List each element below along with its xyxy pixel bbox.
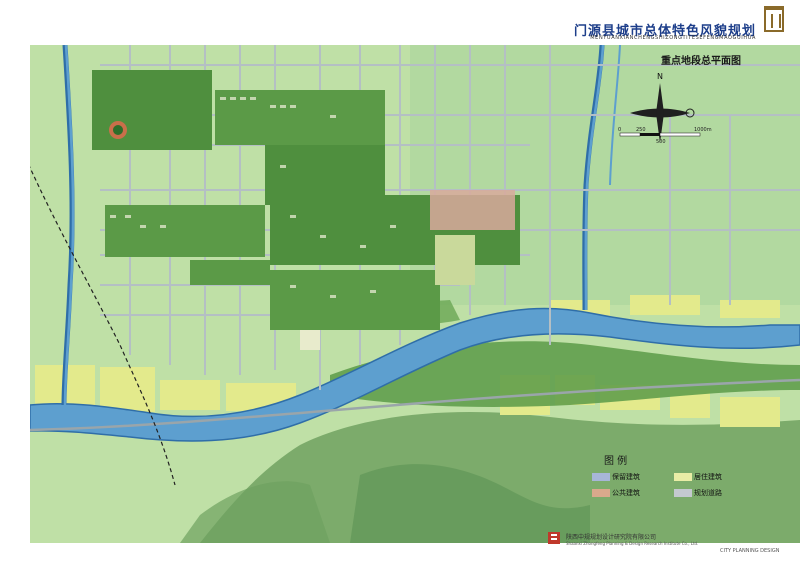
- logo-icon: [764, 6, 784, 32]
- scale-label: 1000m: [694, 127, 712, 133]
- legend-swatch: [674, 473, 692, 481]
- org-name-cn: 陕西中规规划设计研究院有限公司: [566, 534, 657, 541]
- map-subtitle: 重点地段总平面图: [661, 56, 741, 67]
- legend: 图 例 保留建筑 居住建筑 公共建筑 规划道路: [576, 452, 746, 518]
- legend-swatch: [592, 473, 610, 481]
- legend-swatch: [592, 489, 610, 497]
- legend-item: 规划道路: [674, 488, 722, 498]
- scale-label: 500: [656, 139, 666, 145]
- legend-swatch: [674, 489, 692, 497]
- header-subtitle: MENYUANXIANCHENGSHIZONGTITESEFENGMAOGUIH…: [590, 35, 756, 41]
- legend-item: 居住建筑: [674, 472, 722, 482]
- org-tagline: CITY PLANNING DESIGN: [720, 548, 780, 554]
- scale-label: 250: [636, 127, 646, 133]
- legend-title: 图 例: [604, 456, 628, 467]
- north-label: N: [657, 72, 663, 81]
- legend-item: 保留建筑: [592, 472, 640, 482]
- company-logo-icon: [548, 532, 560, 544]
- legend-item: 公共建筑: [592, 488, 640, 498]
- header: 门源县城市总体特色风貌规划 MENYUANXIANCHENGSHIZONGTIT…: [0, 0, 800, 41]
- org-name-en: Shaanxi Zhongfeng Planning & Design Rese…: [566, 541, 699, 546]
- scale-label: 0: [618, 127, 621, 133]
